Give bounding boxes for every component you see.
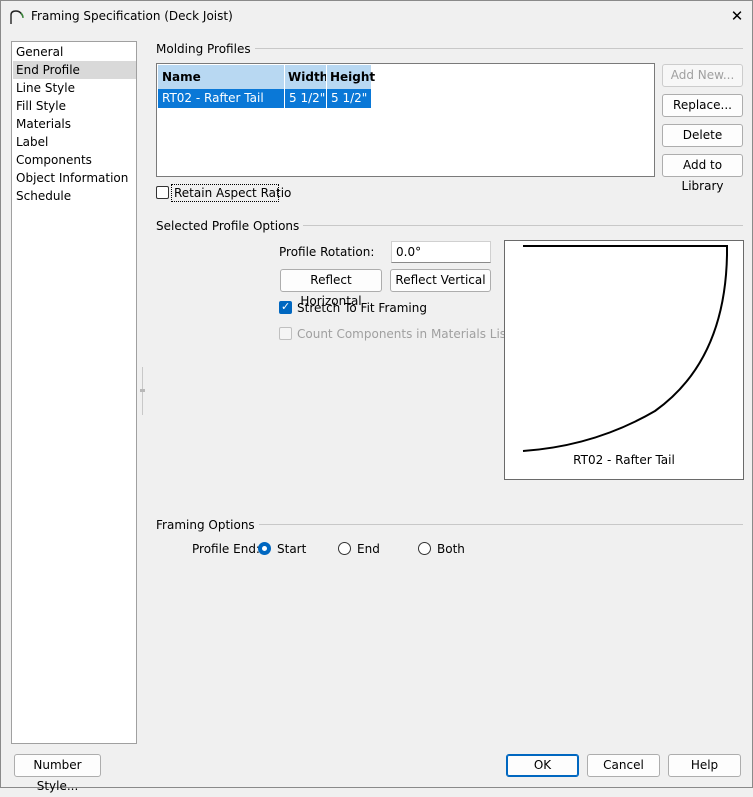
count-components-checkbox [279,327,292,340]
nav-item-object-information[interactable]: Object Information [13,169,136,187]
delete-button[interactable]: Delete [662,124,743,147]
profile-end-both-radio[interactable] [418,542,431,555]
profile-options-heading: Selected Profile Options [156,219,304,233]
dialog-window: Framing Specification (Deck Joist) ✕ Gen… [0,0,753,793]
splitter-grip [140,389,145,392]
nav-item-fill-style[interactable]: Fill Style [13,97,136,115]
reflect-horizontal-button[interactable]: Reflect Horizontal [280,269,382,308]
profile-end-end-radio[interactable] [338,542,351,555]
add-new-button[interactable]: Add New... [662,64,743,87]
checkmark-icon: ✓ [281,300,291,313]
retain-aspect-ratio-checkbox[interactable] [156,186,169,199]
window-title: Framing Specification (Deck Joist) [31,9,233,23]
close-icon[interactable]: ✕ [723,4,751,28]
reflect-vertical-button[interactable]: Reflect Vertical [390,269,491,292]
framing-options-heading: Framing Options [156,518,259,532]
title-bar: Framing Specification (Deck Joist) ✕ [1,1,752,32]
profile-end-start-label[interactable]: Start [277,542,306,556]
stretch-to-fit-checkbox[interactable]: ✓ [279,300,292,314]
profiles-table[interactable]: Name Width Height RT02 - Rafter Tail 5 1… [156,63,655,177]
ok-button[interactable]: OK [506,754,579,777]
replace-button[interactable]: Replace... [662,94,743,117]
profile-end-label: Profile End: [192,542,260,556]
nav-item-schedule[interactable]: Schedule [13,187,136,205]
table-row-height-cell[interactable]: 5 1/2" [327,89,371,108]
retain-aspect-ratio-label[interactable]: Retain Aspect Ratio [174,186,291,200]
preview-caption: RT02 - Rafter Tail [573,453,675,467]
column-header-name[interactable]: Name [158,65,284,89]
table-row-width-cell[interactable]: 5 1/2" [285,89,326,108]
profile-end-end-label[interactable]: End [357,542,380,556]
profile-preview: RT02 - Rafter Tail [504,240,744,480]
add-to-library-button[interactable]: Add to Library [662,154,743,193]
column-header-width[interactable]: Width [284,65,328,89]
profile-rotation-label: Profile Rotation: [279,245,375,259]
radio-dot [262,546,267,551]
nav-item-line-style[interactable]: Line Style [13,79,136,97]
stretch-to-fit-label[interactable]: Stretch To Fit Framing [297,301,427,315]
profile-shape [522,245,728,452]
nav-item-general[interactable]: General [13,43,136,61]
profile-end-start-radio[interactable] [258,542,271,555]
category-list: General End Profile Line Style Fill Styl… [11,41,137,744]
app-icon [10,10,24,24]
molding-profiles-heading: Molding Profiles [156,42,255,56]
cancel-button[interactable]: Cancel [587,754,660,777]
number-style-button[interactable]: Number Style... [14,754,101,793]
profile-rotation-input[interactable]: 0.0° [391,241,491,263]
nav-item-components[interactable]: Components [13,151,136,169]
column-header-height[interactable]: Height [326,65,375,89]
nav-item-end-profile[interactable]: End Profile [13,61,136,79]
help-button[interactable]: Help [668,754,741,777]
profile-end-both-label[interactable]: Both [437,542,465,556]
table-row-name-cell[interactable]: RT02 - Rafter Tail [158,89,284,108]
count-components-label: Count Components in Materials List [297,327,511,341]
nav-item-label[interactable]: Label [13,133,136,151]
nav-item-materials[interactable]: Materials [13,115,136,133]
